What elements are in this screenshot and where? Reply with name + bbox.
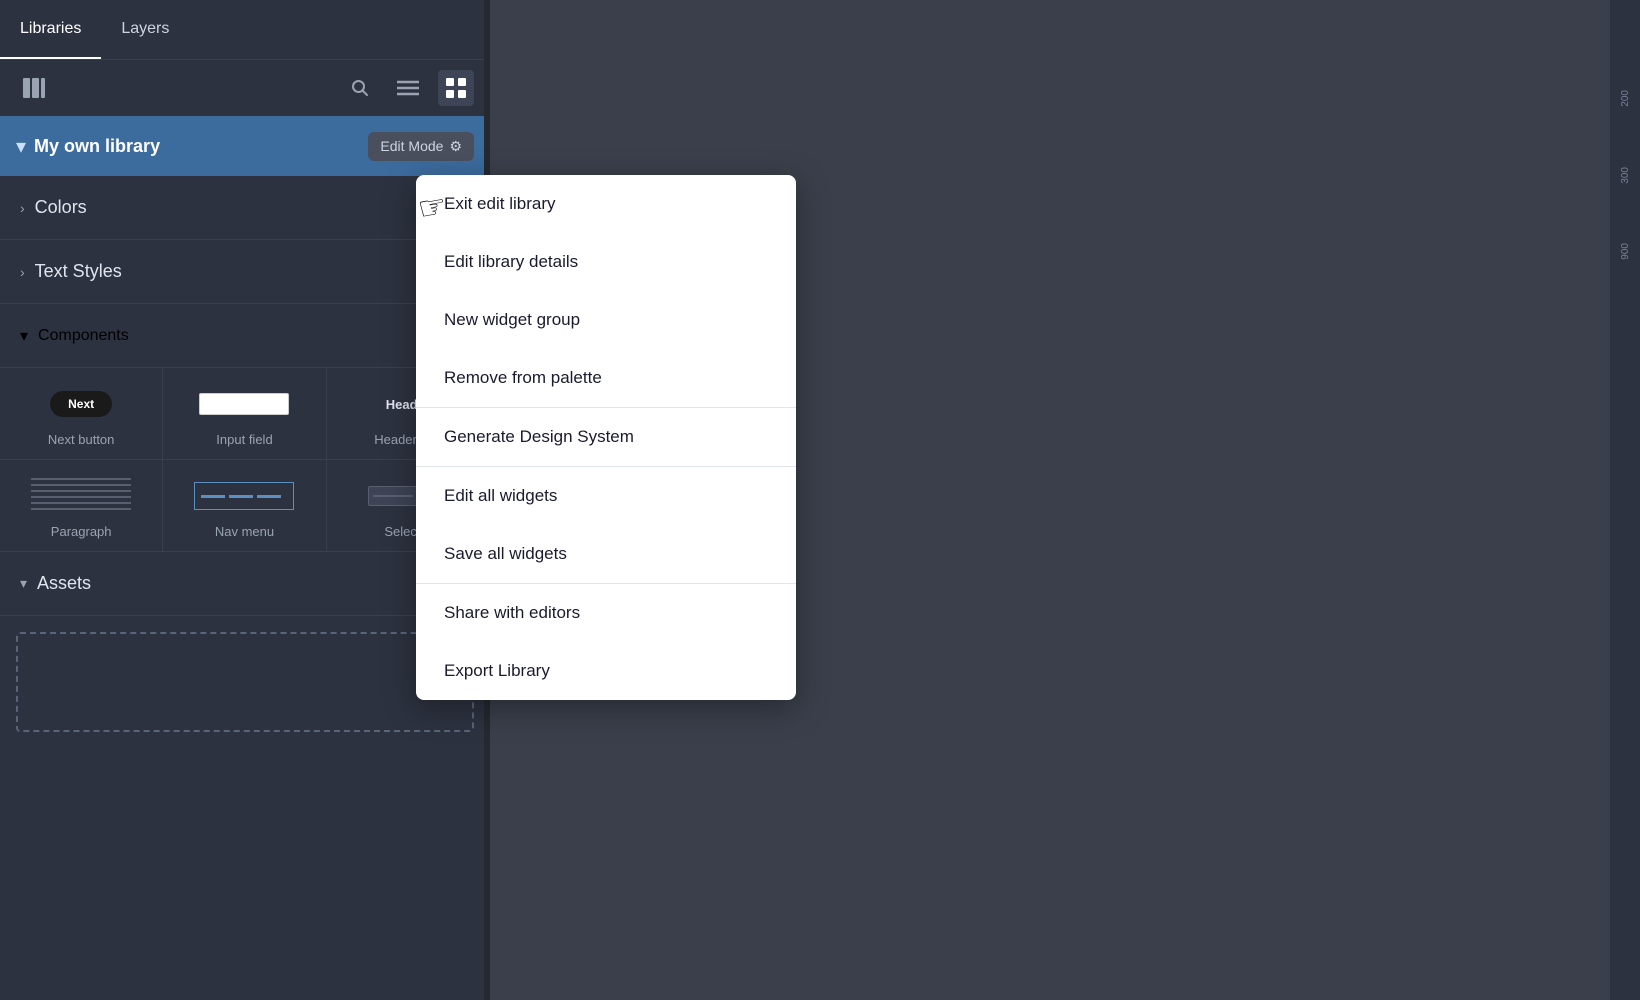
tab-bar: Libraries Layers — [0, 0, 490, 60]
library-title: My own library — [34, 136, 360, 157]
component-thumb-paragraph — [26, 476, 136, 516]
grid-icon[interactable] — [438, 70, 474, 106]
component-item-nav-menu[interactable]: Nav menu — [163, 460, 326, 552]
tab-libraries[interactable]: Libraries — [0, 0, 101, 59]
ruler-mark-200: 200 — [1620, 90, 1631, 107]
component-label-nav-menu: Nav menu — [215, 524, 274, 539]
search-icon[interactable] — [342, 70, 378, 106]
menu-item-generate-ds[interactable]: Generate Design System — [416, 408, 796, 466]
ruler-mark-900: 900 — [1620, 243, 1631, 260]
text-styles-label: Text Styles — [35, 261, 122, 282]
component-label-input-field: Input field — [216, 432, 272, 447]
menu-item-edit-widgets[interactable]: Edit all widgets — [416, 467, 796, 525]
menu-item-remove-palette[interactable]: Remove from palette — [416, 349, 796, 407]
components-label: Components — [38, 327, 129, 345]
components-chevron-icon: ▾ — [20, 326, 28, 346]
component-item-next-button[interactable]: Next Next button — [0, 368, 163, 460]
component-item-paragraph[interactable]: Paragraph — [0, 460, 163, 552]
edit-mode-button[interactable]: Edit Mode ⚙ — [368, 132, 474, 161]
menu-item-share-editors[interactable]: Share with editors — [416, 584, 796, 642]
dashed-placeholder — [16, 632, 474, 732]
dropdown-menu: Exit edit library Edit library details N… — [416, 175, 796, 700]
component-item-input-field[interactable]: Input field — [163, 368, 326, 460]
library-header: ▾ My own library Edit Mode ⚙ — [0, 116, 490, 176]
library-chevron-icon: ▾ — [16, 134, 26, 159]
menu-item-export-library[interactable]: Export Library — [416, 642, 796, 700]
text-styles-chevron-icon: › — [20, 264, 25, 280]
menu-item-new-widget-group[interactable]: New widget group — [416, 291, 796, 349]
component-thumb-input-field — [189, 384, 299, 424]
vertical-ruler: 200 300 900 — [1610, 0, 1640, 1000]
assets-chevron-icon: ▾ — [20, 575, 27, 592]
colors-chevron-icon: › — [20, 200, 25, 216]
library-icon[interactable] — [16, 70, 52, 106]
assets-label: Assets — [37, 573, 91, 594]
menu-item-save-widgets[interactable]: Save all widgets — [416, 525, 796, 583]
toolbar — [0, 60, 490, 116]
menu-item-edit-details[interactable]: Edit library details — [416, 233, 796, 291]
menu-icon[interactable] — [390, 70, 426, 106]
component-thumb-next-button: Next — [26, 384, 136, 424]
ruler-mark-300: 300 — [1620, 167, 1631, 184]
component-label-paragraph: Paragraph — [51, 524, 112, 539]
colors-label: Colors — [35, 197, 87, 218]
tab-layers[interactable]: Layers — [101, 0, 189, 59]
component-label-next-button: Next button — [48, 432, 115, 447]
menu-item-exit-edit[interactable]: Exit edit library — [416, 175, 796, 233]
component-thumb-nav-menu — [189, 476, 299, 516]
